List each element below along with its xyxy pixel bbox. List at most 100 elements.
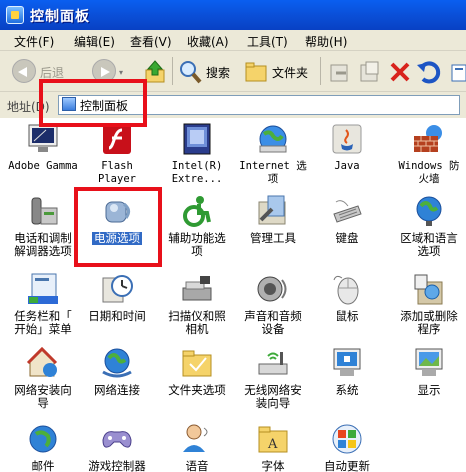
monitor-icon — [26, 122, 60, 156]
item-label: 键盘 — [335, 231, 359, 245]
item-label: 网络安装向 导 — [14, 383, 72, 410]
menu-tools[interactable]: 工具(T) — [247, 33, 288, 50]
search-icon — [180, 61, 202, 84]
item-label: 管理工具 — [250, 231, 296, 245]
control-panel-item[interactable]: 管理工具 — [236, 194, 310, 245]
control-panel-item[interactable]: Adobe Gamma — [6, 122, 80, 173]
control-panel-item[interactable]: Java — [310, 122, 384, 173]
control-panel-item[interactable]: 网络连接 — [80, 346, 154, 397]
folder-options-icon — [180, 346, 214, 380]
control-panel-item[interactable]: 日期和时间 — [80, 272, 154, 323]
control-panel-item[interactable]: 任务栏和「 开始」菜单 — [6, 272, 80, 336]
item-label: Flash Player — [98, 160, 136, 185]
control-panel-item[interactable]: 显示 — [392, 346, 466, 397]
menu-favorites[interactable]: 收藏(A) — [187, 33, 229, 50]
item-label: 系统 — [335, 383, 359, 397]
copy-to-icon — [360, 61, 379, 82]
control-panel-item[interactable]: 游戏控制器 — [80, 422, 154, 472]
folders-button[interactable]: 文件夹 — [244, 59, 316, 85]
control-panel-item[interactable]: 电话和调制 解调器选项 — [6, 194, 80, 258]
fonts-folder-icon: A — [256, 422, 290, 456]
menu-bar: 文件(F) 编辑(E) 查看(V) 收藏(A) 工具(T) 帮助(H) — [0, 30, 466, 51]
item-label: 邮件 — [31, 459, 55, 472]
control-panel-item[interactable]: 区域和语言 选项 — [392, 194, 466, 258]
undo-arrow-icon — [417, 61, 441, 84]
keyboard-icon — [330, 194, 364, 228]
move-to-button[interactable] — [328, 59, 352, 85]
item-label: 语音 — [185, 459, 209, 472]
delete-button[interactable] — [388, 59, 412, 85]
item-label: 显示 — [417, 383, 441, 397]
control-panel-item[interactable]: 无线网络安 装向导 — [236, 346, 310, 410]
region-globe-icon — [412, 194, 446, 228]
gamepad-icon — [100, 422, 134, 456]
control-panel-item[interactable]: 鼠标 — [310, 272, 384, 323]
item-label: 声音和音频 设备 — [244, 309, 302, 336]
scanner-icon — [180, 272, 214, 306]
system-icon — [330, 346, 364, 380]
item-label: 网络连接 — [94, 383, 140, 397]
clock-icon — [100, 272, 134, 306]
item-label: Internet 选 项 — [239, 160, 307, 185]
mail-icon — [26, 422, 60, 456]
item-label: 游戏控制器 — [88, 459, 146, 472]
delete-x-icon — [390, 62, 410, 82]
control-panel-item[interactable]: Intel(R) Extre... — [160, 122, 234, 186]
menu-view[interactable]: 查看(V) — [130, 33, 172, 50]
copy-to-button[interactable] — [358, 59, 382, 85]
title-bar[interactable]: 控制面板 — [0, 0, 466, 30]
control-panel-item[interactable]: 语音 — [160, 422, 234, 472]
item-label: 区域和语言 选项 — [400, 231, 458, 258]
highlight-box-power-options — [74, 187, 162, 267]
speech-icon — [180, 422, 214, 456]
firewall-icon — [412, 122, 446, 156]
item-label: 自动更新 — [324, 459, 370, 472]
add-remove-icon — [412, 272, 446, 306]
views-button[interactable] — [450, 59, 466, 85]
item-label: 字体 — [261, 459, 285, 472]
speaker-icon — [256, 272, 290, 306]
control-panel-item[interactable]: 扫描仪和照 相机 — [160, 272, 234, 336]
control-panel-item[interactable]: 系统 — [310, 346, 384, 397]
control-panel-item[interactable]: 声音和音频 设备 — [236, 272, 310, 336]
home-network-icon — [26, 346, 60, 380]
control-panel-item[interactable]: Flash Player — [80, 122, 154, 186]
item-label: Intel(R) Extre... — [171, 160, 223, 185]
control-panel-item[interactable]: 邮件 — [6, 422, 80, 472]
folders-icon — [245, 62, 267, 82]
control-panel-item[interactable]: 自动更新 — [310, 422, 384, 472]
svg-text:A: A — [267, 437, 278, 452]
flash-icon — [100, 122, 134, 156]
admin-tools-icon — [256, 194, 290, 228]
globe-icon — [256, 122, 290, 156]
control-panel-item[interactable]: 文件夹选项 — [160, 346, 234, 397]
item-label: 无线网络安 装向导 — [244, 383, 302, 410]
item-label: 文件夹选项 — [168, 383, 226, 397]
window-title: 控制面板 — [30, 9, 90, 25]
control-panel-icon — [6, 6, 24, 24]
toolbar-separator — [320, 57, 321, 85]
menu-file[interactable]: 文件(F) — [14, 33, 54, 50]
highlight-box-address — [39, 79, 147, 127]
item-label: 日期和时间 — [88, 309, 146, 323]
menu-edit[interactable]: 编辑(E) — [74, 33, 115, 50]
control-panel-item[interactable]: Windows 防 火墙 — [392, 122, 466, 186]
item-label: 任务栏和「 开始」菜单 — [14, 309, 72, 336]
control-panel-item[interactable]: 网络安装向 导 — [6, 346, 80, 410]
control-panel-item[interactable]: 辅助功能选 项 — [160, 194, 234, 258]
menu-help[interactable]: 帮助(H) — [305, 33, 347, 50]
control-panel-item[interactable]: Internet 选 项 — [236, 122, 310, 186]
mouse-icon — [330, 272, 364, 306]
control-panel-item[interactable]: 添加或删除 程序 — [392, 272, 466, 336]
display-icon — [412, 346, 446, 380]
forward-dropdown-icon: ▾ — [119, 68, 124, 77]
search-label: 搜索 — [206, 66, 231, 80]
control-panel-items: Adobe Gamma Flash Player Intel(R) Extre...… — [0, 118, 466, 472]
control-panel-item[interactable]: A 字体 — [236, 422, 310, 472]
item-label: 辅助功能选 项 — [168, 231, 226, 258]
item-label: 电话和调制 解调器选项 — [14, 231, 72, 258]
undo-button[interactable] — [416, 59, 442, 85]
control-panel-item[interactable]: 键盘 — [310, 194, 384, 245]
back-arrow-icon — [12, 59, 36, 83]
search-button[interactable]: 搜索 — [178, 59, 238, 85]
